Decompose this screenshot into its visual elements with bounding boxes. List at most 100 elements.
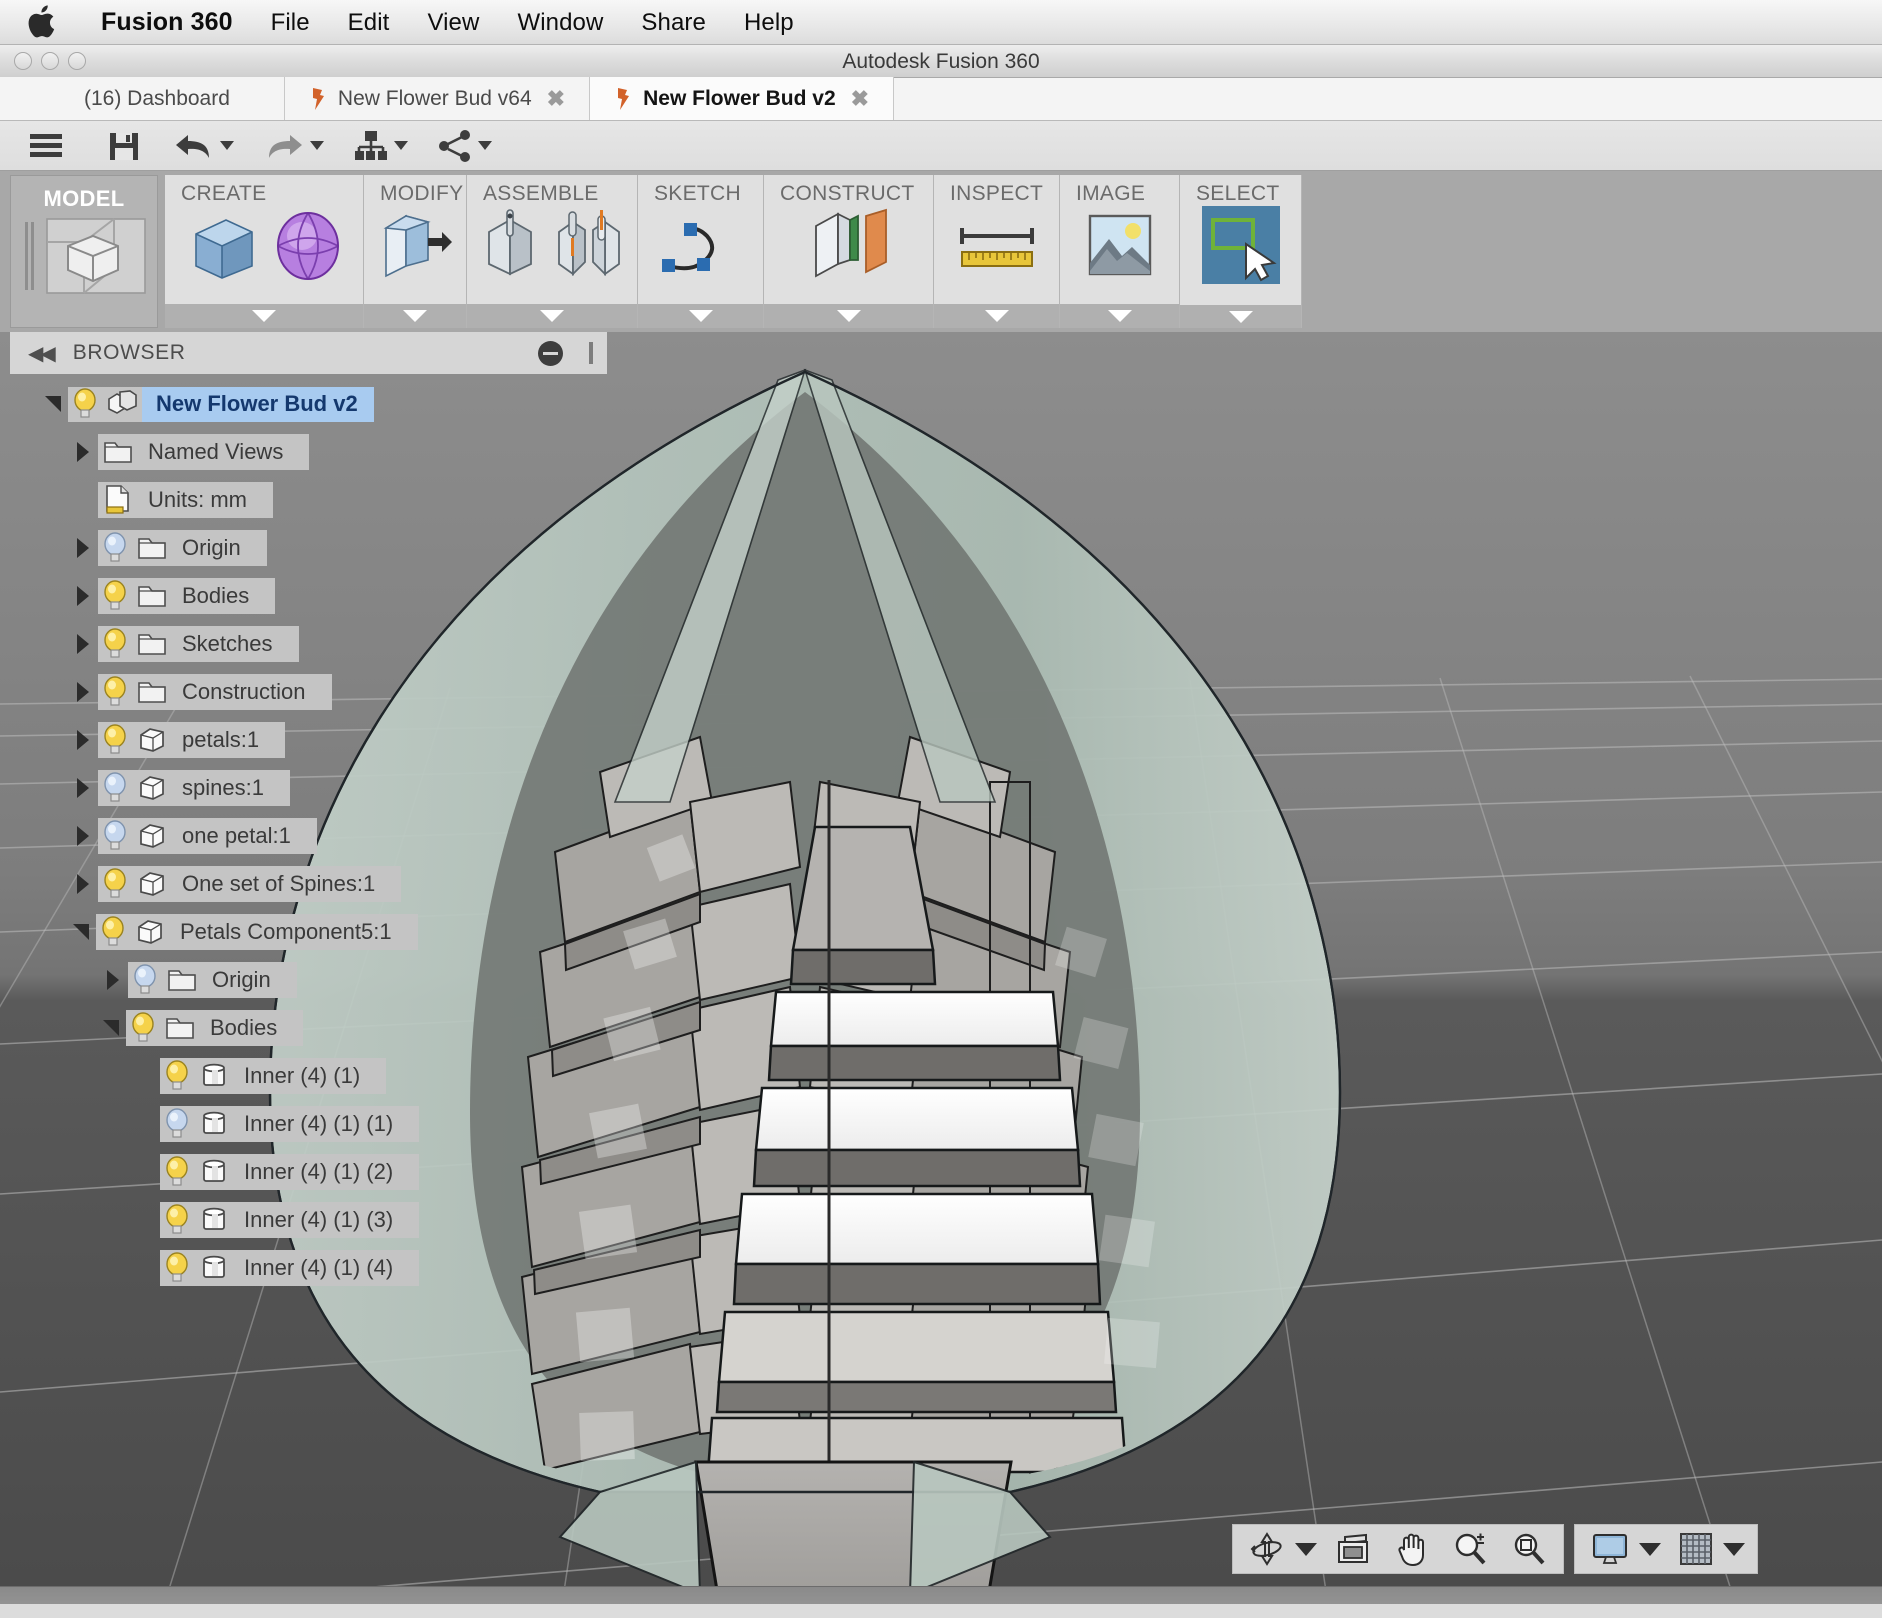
expand-triangle-closed-icon[interactable] <box>68 874 98 894</box>
expand-triangle-closed-icon[interactable] <box>68 682 98 702</box>
menu-share[interactable]: Share <box>622 0 725 45</box>
canvas-image-icon[interactable] <box>1087 213 1153 282</box>
menu-edit[interactable]: Edit <box>329 0 409 45</box>
tree-item-sketches[interactable]: Sketches <box>0 620 610 668</box>
chevron-down-icon[interactable] <box>310 141 324 150</box>
zoom-fit-icon[interactable] <box>1507 1530 1551 1568</box>
minus-circle-icon[interactable] <box>538 341 563 366</box>
window-select-icon[interactable] <box>1202 206 1280 289</box>
tree-item-construction[interactable]: Construction <box>0 668 610 716</box>
expand-triangle-closed-icon[interactable] <box>68 778 98 798</box>
spline-icon[interactable] <box>657 214 745 281</box>
chevron-down-icon[interactable] <box>985 310 1009 322</box>
visibility-bulb-on-icon[interactable] <box>98 676 132 708</box>
visibility-bulb-on-icon[interactable] <box>68 388 102 420</box>
visibility-bulb-off-icon[interactable] <box>98 772 132 804</box>
grid-settings-icon[interactable] <box>1675 1531 1717 1567</box>
visibility-bulb-on-icon[interactable] <box>160 1156 194 1188</box>
tree-item-inner-4-1[interactable]: Inner (4) (1) <box>0 1052 610 1100</box>
expand-triangle-closed-icon[interactable] <box>68 730 98 750</box>
tree-item-new-flower-bud-v2[interactable]: New Flower Bud v2 <box>0 380 610 428</box>
expand-triangle-closed-icon[interactable] <box>68 442 98 462</box>
menu-file[interactable]: File <box>252 0 329 45</box>
visibility-bulb-off-icon[interactable] <box>98 820 132 852</box>
chevron-down-icon[interactable] <box>1639 1543 1661 1556</box>
tree-item-petals-1[interactable]: petals:1 <box>0 716 610 764</box>
chevron-down-icon[interactable] <box>478 141 492 150</box>
chevron-down-icon[interactable] <box>1229 311 1253 323</box>
visibility-bulb-off-icon[interactable] <box>128 964 162 996</box>
chevron-down-icon[interactable] <box>1295 1543 1317 1556</box>
box-icon[interactable] <box>186 208 260 287</box>
tree-item-units[interactable]: Units: mm <box>0 476 610 524</box>
visibility-bulb-on-icon[interactable] <box>96 916 130 948</box>
workspace-switcher-model[interactable]: MODEL <box>10 175 158 328</box>
expand-triangle-open-icon[interactable] <box>66 924 96 940</box>
undo-icon[interactable] <box>166 127 242 165</box>
chevron-down-icon[interactable] <box>403 310 427 322</box>
tree-item-petals-bodies[interactable]: Bodies <box>0 1004 610 1052</box>
visibility-bulb-on-icon[interactable] <box>98 868 132 900</box>
tree-item-named-views[interactable]: Named Views <box>0 428 610 476</box>
panel-expand-sketch[interactable] <box>638 304 763 328</box>
tab-new-flower-bud-v2[interactable]: New Flower Bud v2 ✖ <box>590 77 894 120</box>
visibility-bulb-on-icon[interactable] <box>160 1060 194 1092</box>
tree-item-inner-4-1-4[interactable]: Inner (4) (1) (4) <box>0 1244 610 1292</box>
chevron-down-icon[interactable] <box>252 310 276 322</box>
menu-help[interactable]: Help <box>725 0 813 45</box>
panel-expand-modify[interactable] <box>364 304 466 328</box>
menu-window[interactable]: Window <box>498 0 622 45</box>
panel-expand-construct[interactable] <box>764 304 933 328</box>
collapse-left-icon[interactable]: ◀◀ <box>28 341 53 366</box>
display-settings-icon[interactable] <box>1587 1531 1633 1567</box>
tab-dashboard[interactable]: (16) Dashboard <box>0 77 285 120</box>
expand-triangle-closed-icon[interactable] <box>68 634 98 654</box>
sphere-sculpt-icon[interactable] <box>274 208 342 287</box>
save-icon[interactable] <box>100 126 148 166</box>
expand-triangle-closed-icon[interactable] <box>68 586 98 606</box>
panel-expand-assemble[interactable] <box>467 304 637 328</box>
tree-item-petals-component5-1[interactable]: Petals Component5:1 <box>0 908 610 956</box>
chevron-down-icon[interactable] <box>689 310 713 322</box>
close-icon[interactable]: ✖ <box>851 88 869 110</box>
press-pull-icon[interactable] <box>376 208 454 287</box>
menu-fusion360[interactable]: Fusion 360 <box>82 0 252 45</box>
visibility-bulb-on-icon[interactable] <box>126 1012 160 1044</box>
main-menu-icon[interactable] <box>20 127 72 165</box>
look-at-icon[interactable] <box>1331 1531 1377 1567</box>
chevron-down-icon[interactable] <box>837 310 861 322</box>
visibility-bulb-on-icon[interactable] <box>160 1252 194 1284</box>
chevron-down-icon[interactable] <box>1108 310 1132 322</box>
chevron-down-icon[interactable] <box>1723 1543 1745 1556</box>
expand-triangle-closed-icon[interactable] <box>98 970 128 990</box>
tree-item-inner-4-1-2[interactable]: Inner (4) (1) (2) <box>0 1148 610 1196</box>
close-icon[interactable]: ✖ <box>547 88 565 110</box>
tree-item-inner-4-1-3[interactable]: Inner (4) (1) (3) <box>0 1196 610 1244</box>
panel-expand-inspect[interactable] <box>934 304 1059 328</box>
pan-hand-icon[interactable] <box>1391 1530 1433 1568</box>
new-component-icon[interactable] <box>481 208 539 287</box>
hierarchy-icon[interactable] <box>346 126 416 166</box>
tree-item-inner-4-1-1[interactable]: Inner (4) (1) (1) <box>0 1100 610 1148</box>
visibility-bulb-on-icon[interactable] <box>98 580 132 612</box>
tree-item-one-set-of-spines-1[interactable]: One set of Spines:1 <box>0 860 610 908</box>
tree-item-petals-origin[interactable]: Origin <box>0 956 610 1004</box>
tab-new-flower-bud-v64[interactable]: New Flower Bud v64 ✖ <box>285 77 590 120</box>
visibility-bulb-on-icon[interactable] <box>98 628 132 660</box>
offset-plane-icon[interactable] <box>806 208 892 287</box>
tree-item-bodies[interactable]: Bodies <box>0 572 610 620</box>
orbit-icon[interactable] <box>1245 1530 1289 1568</box>
expand-triangle-open-icon[interactable] <box>38 396 68 412</box>
joint-icon[interactable] <box>553 208 623 287</box>
apple-logo-icon[interactable] <box>26 5 56 39</box>
chevron-down-icon[interactable] <box>540 310 564 322</box>
menu-view[interactable]: View <box>408 0 498 45</box>
panel-expand-create[interactable] <box>165 304 363 328</box>
share-icon[interactable] <box>430 126 500 166</box>
measure-ruler-icon[interactable] <box>956 214 1038 281</box>
panel-expand-image[interactable] <box>1060 304 1179 328</box>
tree-item-spines-1[interactable]: spines:1 <box>0 764 610 812</box>
visibility-bulb-on-icon[interactable] <box>160 1204 194 1236</box>
tree-item-origin[interactable]: Origin <box>0 524 610 572</box>
chevron-down-icon[interactable] <box>220 141 234 150</box>
